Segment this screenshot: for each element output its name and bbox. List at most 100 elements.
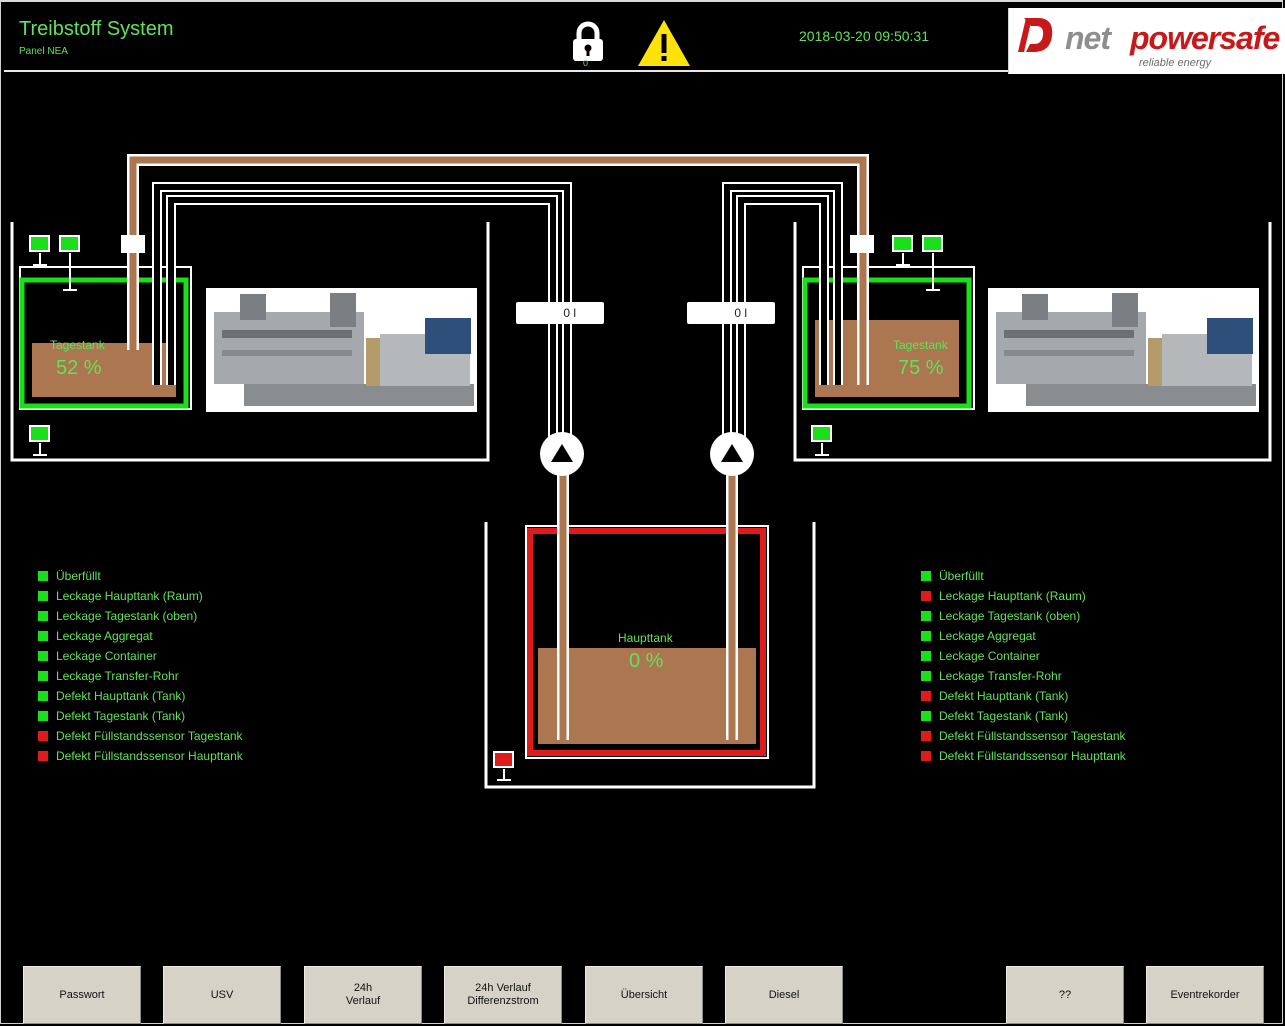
status-item: Leckage Tagestank (oben) [921,606,1126,626]
sensor-right-container[interactable] [811,425,832,456]
status-label: Defekt Tagestank (Tank) [939,709,1069,723]
status-label: Leckage Haupttank (Raum) [939,589,1086,603]
valve-left[interactable] [121,235,145,253]
status-item: Leckage Tagestank (oben) [38,606,243,626]
diesel-button[interactable]: Diesel [725,966,843,1024]
status-label: Defekt Haupttank (Tank) [56,689,186,703]
tank-left-percent: 52 % [56,357,102,379]
lock-count: 0 [583,58,589,68]
overview-button[interactable]: Übersicht [585,966,703,1024]
status-label: Leckage Tagestank (oben) [56,609,198,623]
datetime-display: 2018-03-20 09:50:31 [799,28,929,44]
status-label: Defekt Tagestank (Tank) [56,709,186,723]
status-item: Leckage Aggregat [921,626,1126,646]
valve-right[interactable] [850,235,874,253]
day-tank-left [19,266,192,410]
status-label: Defekt Füllstandssensor Haupttank [939,749,1126,763]
status-indicator-icon [38,591,48,601]
status-indicator-icon [38,631,48,641]
status-label: Überfüllt [939,569,984,583]
status-indicator-icon [921,611,931,621]
status-item: Leckage Haupttank (Raum) [921,586,1126,606]
status-item: Defekt Füllstandssensor Tagestank [921,726,1126,746]
status-item: Leckage Transfer-Rohr [921,666,1126,686]
sensor-left-container[interactable] [29,425,50,456]
status-indicator-icon [38,611,48,621]
status-item: Überfüllt [38,566,243,586]
tank-right-label: Tagestank [893,338,948,352]
status-label: Defekt Füllstandssensor Tagestank [56,729,243,743]
status-indicator-icon [38,671,48,681]
page-title: Treibstoff System [19,18,174,40]
status-indicator-icon [38,711,48,721]
status-item: Defekt Füllstandssensor Tagestank [38,726,243,746]
company-logo: net powersafe reliable energy [1008,8,1285,74]
status-label: Defekt Füllstandssensor Tagestank [939,729,1126,743]
tank-left-label: Tagestank [50,338,105,352]
status-indicator-icon [38,691,48,701]
logo-mark-icon [1018,18,1053,52]
status-item: Leckage Container [38,646,243,666]
flow-counter-left: 0 l [516,302,604,324]
generator-left [206,288,477,412]
status-label: Defekt Füllstandssensor Haupttank [56,749,243,763]
usv-button[interactable]: USV [163,966,281,1024]
tank-main-label: Haupttank [618,631,673,645]
logo-text-net: net [1065,20,1111,56]
status-label: Leckage Transfer-Rohr [56,669,179,683]
sensor-main-room[interactable] [493,751,514,781]
status-item: Leckage Container [921,646,1126,666]
status-label: Leckage Aggregat [939,629,1036,643]
generator-right [988,288,1259,412]
24h-differential-current-button[interactable]: 24h Verlauf Differenzstrom [444,966,562,1024]
status-label: Leckage Transfer-Rohr [939,669,1062,683]
sensor-right-overfill[interactable] [892,235,913,266]
status-item: Leckage Haupttank (Raum) [38,586,243,606]
status-indicator-icon [38,651,48,661]
status-indicator-icon [38,571,48,581]
status-item: Defekt Tagestank (Tank) [921,706,1126,726]
status-indicator-icon [921,651,931,661]
status-indicator-icon [921,711,931,721]
status-label: Defekt Haupttank (Tank) [939,689,1069,703]
status-item: Defekt Tagestank (Tank) [38,706,243,726]
status-item: Leckage Aggregat [38,626,243,646]
status-indicator-icon [921,571,931,581]
status-item: Leckage Transfer-Rohr [38,666,243,686]
status-list-left: Überfüllt Leckage Haupttank (Raum) Leckage… [38,566,243,766]
header-bar: Treibstoff System Panel NEA 0 2018-03-20… [4,4,1285,74]
password-button[interactable]: Passwort [23,966,141,1024]
logo-text-powersafe: powersafe [1130,20,1280,56]
status-item: Defekt Haupttank (Tank) [38,686,243,706]
status-item: Defekt Haupttank (Tank) [921,686,1126,706]
status-indicator-icon [921,671,931,681]
status-indicator-icon [921,591,931,601]
status-item: Überfüllt [921,566,1126,586]
status-indicator-icon [921,691,931,701]
warning-icon[interactable] [636,18,692,68]
status-indicator-icon [921,751,931,761]
pump-right-icon[interactable] [710,432,754,476]
pump-left-icon[interactable] [540,432,584,476]
24h-history-button[interactable]: 24h Verlauf [304,966,422,1024]
status-label: Überfüllt [56,569,101,583]
status-label: Leckage Tagestank (oben) [939,609,1081,623]
status-label: Leckage Aggregat [56,629,153,643]
status-item: Defekt Füllstandssensor Haupttank [921,746,1126,766]
tank-main-percent: 0 % [629,650,664,672]
help-button[interactable]: ?? [1006,966,1124,1024]
status-list-right: Überfüllt Leckage Haupttank (Raum) Leckage… [921,566,1126,766]
status-indicator-icon [921,731,931,741]
status-indicator-icon [921,631,931,641]
tank-right-percent: 75 % [898,357,944,379]
flow-counter-right: 0 l [687,302,775,324]
status-indicator-icon [38,731,48,741]
event-recorder-button[interactable]: Eventrekorder [1146,966,1264,1024]
status-label: Leckage Haupttank (Raum) [56,589,203,603]
status-label: Leckage Container [939,649,1040,663]
status-label: Leckage Container [56,649,157,663]
page-subtitle: Panel NEA [19,46,68,57]
status-item: Defekt Füllstandssensor Haupttank [38,746,243,766]
logo-tagline: reliable energy [1139,57,1212,69]
sensor-left-overfill[interactable] [29,235,50,266]
